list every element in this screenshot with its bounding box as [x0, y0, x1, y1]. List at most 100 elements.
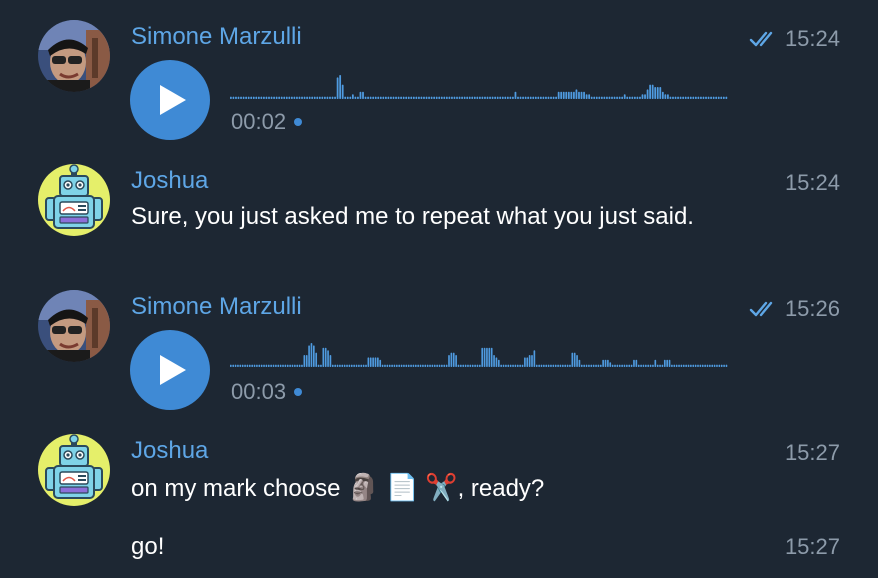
avatar-simone-marzulli[interactable]: [38, 290, 110, 362]
waveform-bar: [343, 364, 346, 367]
waveform-bar: [324, 347, 327, 367]
waveform-bar: [689, 96, 692, 99]
waveform-bar: [514, 91, 517, 99]
waveform-bar: [578, 359, 581, 367]
waveform-bar: [379, 96, 382, 99]
avatar-joshua[interactable]: [38, 164, 110, 236]
waveform-bar: [626, 96, 629, 99]
waveform-bar: [557, 364, 559, 367]
waveform-bar: [359, 91, 362, 99]
waveform-bar: [317, 364, 320, 367]
voice-waveform[interactable]: [230, 73, 728, 99]
waveform-bar: [509, 364, 512, 367]
waveform-bars: [230, 75, 728, 99]
waveform-bar: [424, 364, 427, 367]
avatar-simone-marzulli[interactable]: [38, 20, 110, 92]
waveform-bar: [367, 96, 369, 99]
waveform-bar: [604, 359, 607, 367]
waveform-bar: [283, 96, 286, 99]
waveform-bar: [711, 364, 714, 367]
waveform-bar: [306, 96, 308, 99]
waveform-bar: [476, 364, 479, 367]
sender-name[interactable]: Joshua: [131, 437, 208, 465]
waveform-bar: [592, 364, 595, 367]
waveform-bar: [453, 96, 456, 99]
waveform-bar: [564, 364, 567, 367]
waveform-bar: [251, 364, 253, 367]
waveform-bar: [349, 96, 352, 99]
waveform-bar: [294, 364, 296, 367]
waveform-bar: [457, 364, 460, 367]
waveform-bar: [621, 96, 624, 99]
waveform-bar: [322, 347, 325, 367]
waveform-bar: [329, 355, 332, 367]
waveform-bar: [633, 359, 635, 367]
play-button[interactable]: [130, 330, 210, 410]
waveform-bar: [377, 96, 380, 99]
avatar-joshua[interactable]: [38, 434, 110, 506]
waveform-bar: [527, 96, 530, 99]
waveform-bar: [245, 96, 248, 99]
waveform-bar: [710, 96, 712, 99]
waveform-bar: [570, 91, 573, 99]
waveform-bar: [479, 364, 481, 367]
waveform-bar: [433, 364, 436, 367]
waveform-bar: [569, 364, 571, 367]
waveform-bar: [661, 364, 664, 367]
waveform-bar: [673, 364, 676, 367]
waveform-bar: [417, 364, 419, 367]
double-check-icon: [749, 31, 773, 47]
moai-emoji-icon: 🗿: [347, 472, 380, 502]
waveform-bar: [555, 96, 557, 99]
waveform-bar: [308, 345, 310, 367]
waveform-bar: [422, 364, 424, 367]
waveform-bar: [296, 96, 298, 99]
waveform-bar: [669, 96, 672, 99]
waveform-bar: [720, 96, 723, 99]
waveform-bar: [668, 359, 671, 367]
message-time: 15:24: [785, 170, 840, 196]
waveform-bar: [651, 84, 654, 99]
waveform-bar: [248, 364, 251, 367]
waveform-bar: [438, 96, 441, 99]
waveform-bar: [315, 352, 318, 367]
waveform-bar: [611, 364, 614, 367]
waveform-bar: [291, 364, 294, 367]
play-button[interactable]: [130, 60, 210, 140]
waveform-bar: [609, 362, 612, 367]
waveform-bar: [468, 96, 471, 99]
waveform-bar: [334, 364, 336, 367]
waveform-bar: [573, 91, 575, 99]
sender-name[interactable]: Simone Marzulli: [131, 293, 302, 321]
waveform-bar: [550, 96, 552, 99]
waveform-bar: [230, 364, 232, 367]
chat-history: Simone Marzulli 15:24 00:02 Joshua 15:24…: [0, 0, 878, 578]
waveform-bar: [618, 96, 621, 99]
waveform-bar: [405, 96, 408, 99]
waveform-bar: [436, 364, 438, 367]
sender-name[interactable]: Joshua: [131, 167, 208, 195]
waveform-bar: [258, 364, 261, 367]
waveform-bar: [496, 96, 499, 99]
waveform-bar: [623, 364, 626, 367]
waveform-bar: [661, 91, 664, 99]
waveform-bar: [331, 96, 334, 99]
waveform-bar: [506, 96, 509, 99]
waveform-bar: [387, 96, 390, 99]
waveform-bar: [367, 357, 370, 367]
waveform-bar: [507, 364, 510, 367]
unplayed-dot-icon: [294, 388, 303, 396]
waveform-bar: [235, 96, 237, 99]
waveform-bar: [418, 96, 420, 99]
waveform-bar: [313, 345, 315, 367]
waveform-bar: [464, 364, 467, 367]
waveform-bar: [659, 364, 661, 367]
waveform-bar: [428, 96, 430, 99]
waveform-bar: [257, 96, 260, 99]
waveform-bar: [339, 364, 341, 367]
waveform-bar: [467, 364, 469, 367]
waveform-bar: [490, 347, 493, 367]
voice-waveform[interactable]: [230, 341, 728, 367]
waveform-bar: [270, 364, 272, 367]
sender-name[interactable]: Simone Marzulli: [131, 23, 302, 51]
